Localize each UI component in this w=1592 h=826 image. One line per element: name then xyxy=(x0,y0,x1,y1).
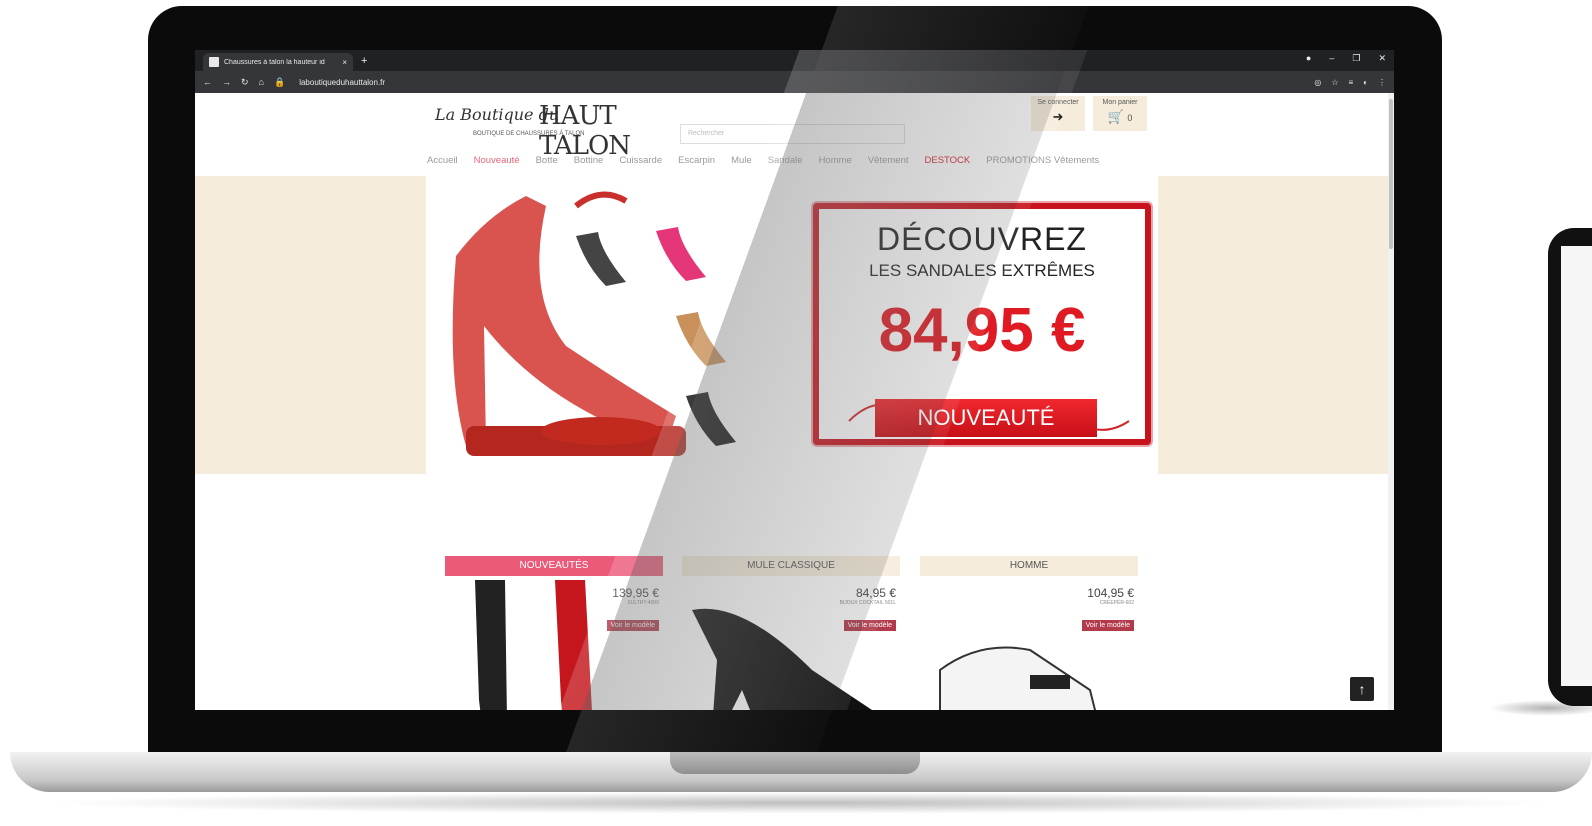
nav-item-accueil[interactable]: Accueil xyxy=(427,155,458,166)
cart-label: Mon panier xyxy=(1102,99,1138,106)
category-nouveautes[interactable]: NOUVEAUTÉS xyxy=(445,556,663,576)
product-card-homme[interactable]: 104,95 € CREEPER-602 Voir le modèle xyxy=(920,580,1138,710)
browser-window: Chaussures à talon la hauteur id × + ● –… xyxy=(195,50,1394,710)
scene: Chaussures à talon la hauteur id × + ● –… xyxy=(0,0,1592,826)
cart-count: 0 xyxy=(1127,113,1133,123)
login-button[interactable]: Se connecter ➜ xyxy=(1031,96,1085,131)
favicon-icon xyxy=(209,57,219,67)
phone-screen xyxy=(1561,246,1592,686)
product-card-mule[interactable]: 84,95 € BIJOUX COCKTAIL 501L Voir le mod… xyxy=(682,580,900,710)
reading-list-icon[interactable]: ≡ xyxy=(1348,78,1353,87)
nav-item-escarpin[interactable]: Escarpin xyxy=(678,155,715,166)
price-ref: CREEPER-602 xyxy=(1099,600,1134,606)
nav-item-cuissarde[interactable]: Cuissarde xyxy=(619,155,662,166)
web-page: La Boutique du HAUT TALON BOUTIQUE DE CH… xyxy=(195,93,1394,710)
page-scrollbar[interactable] xyxy=(1388,93,1394,710)
promo-price: 84,95 € xyxy=(878,296,1086,365)
scroll-thumb[interactable] xyxy=(1389,99,1393,249)
browser-tab[interactable]: Chaussures à talon la hauteur id × xyxy=(203,53,353,71)
price-box: 104,95 € CREEPER-602 xyxy=(1087,586,1134,606)
product-card-nouveautes[interactable]: 139,95 € SULTRY-4000 Voir le modèle xyxy=(445,580,663,710)
price-value: 139,95 € xyxy=(612,586,659,600)
laptop-notch xyxy=(670,752,920,774)
menu-icon[interactable]: ⋮ xyxy=(1378,78,1386,87)
view-model-button[interactable]: Voir le modèle xyxy=(843,620,896,631)
nav-item-homme[interactable]: Homme xyxy=(819,155,852,166)
close-tab-icon[interactable]: × xyxy=(342,58,347,67)
tab-title: Chaussures à talon la hauteur id xyxy=(224,58,325,66)
home-icon[interactable]: ⌂ xyxy=(259,77,264,87)
cart-button[interactable]: Mon panier 🛒 0 xyxy=(1093,96,1147,131)
nav-item-botte[interactable]: Botte xyxy=(536,155,558,166)
cart-icon: 🛒 0 xyxy=(1107,109,1133,124)
category-homme[interactable]: HOMME xyxy=(920,556,1138,576)
profile-icon[interactable]: ● xyxy=(1306,53,1311,64)
search-input[interactable]: Rechercher xyxy=(680,124,905,144)
phone-shadow xyxy=(1488,700,1592,716)
laptop-shadow xyxy=(40,792,1560,814)
hero-banner[interactable]: DÉCOUVREZ LES SANDALES EXTRÊMES 84,95 € … xyxy=(426,176,1158,474)
new-tab-button[interactable]: + xyxy=(361,55,367,67)
nav-item-promotions[interactable]: PROMOTIONS Vêtements xyxy=(986,155,1099,166)
view-model-button[interactable]: Voir le modèle xyxy=(606,620,659,631)
promo-title: DÉCOUVREZ xyxy=(877,221,1087,257)
price-ref: SULTRY-4000 xyxy=(627,600,659,606)
main-nav: Accueil Nouveauté Botte Bottine Cuissard… xyxy=(427,155,1099,166)
promo-subtitle: LES SANDALES EXTRÊMES xyxy=(869,261,1095,280)
close-window-icon[interactable]: ✕ xyxy=(1378,53,1386,64)
window-controls: ● – ❐ ✕ xyxy=(1306,53,1386,64)
nav-item-vetement[interactable]: Vêtement xyxy=(868,155,909,166)
tab-bar: Chaussures à talon la hauteur id × + ● –… xyxy=(195,50,1394,71)
url-field[interactable]: laboutiqueduhauttalon.fr xyxy=(299,78,385,87)
logo-tagline: BOUTIQUE DE CHAUSSURES À TALON xyxy=(473,131,585,137)
view-model-button[interactable]: Voir le modèle xyxy=(1081,620,1134,631)
restore-icon[interactable]: ❐ xyxy=(1352,53,1360,64)
category-mule-classique[interactable]: MULE CLASSIQUE xyxy=(682,556,900,576)
scroll-to-top-button[interactable]: ↑ xyxy=(1350,677,1374,701)
nav-item-sandale[interactable]: Sandale xyxy=(768,155,803,166)
bookmark-star-icon[interactable]: ☆ xyxy=(1331,78,1338,87)
price-box: 139,95 € SULTRY-4000 xyxy=(612,586,659,606)
promo-card: DÉCOUVREZ LES SANDALES EXTRÊMES 84,95 € … xyxy=(813,203,1151,445)
price-ref: BIJOUX COCKTAIL 501L xyxy=(839,600,896,606)
price-box: 84,95 € BIJOUX COCKTAIL 501L xyxy=(840,586,896,606)
reload-icon[interactable]: ↻ xyxy=(241,77,249,88)
toolbar-icons: ◎ ☆ ≡ ◐ ⋮ xyxy=(1314,78,1386,87)
sandal-image xyxy=(452,191,736,456)
address-bar: ← → ↻ ⌂ 🔒 laboutiqueduhauttalon.fr ◎ ☆ ≡… xyxy=(195,71,1394,93)
login-label: Se connecter xyxy=(1037,99,1079,106)
price-value: 84,95 € xyxy=(855,586,896,600)
nav-item-mule[interactable]: Mule xyxy=(731,155,752,166)
nav-item-nouveaute[interactable]: Nouveauté xyxy=(474,155,520,166)
nav-item-bottine[interactable]: Bottine xyxy=(574,155,604,166)
nouveaute-button[interactable]: NOUVEAUTÉ xyxy=(875,399,1097,437)
forward-icon[interactable]: → xyxy=(222,77,231,87)
lock-icon: 🔒 xyxy=(273,76,286,87)
sign-in-icon: ➜ xyxy=(1052,109,1064,124)
minimize-icon[interactable]: – xyxy=(1329,53,1334,64)
site-logo[interactable]: La Boutique du HAUT TALON BOUTIQUE DE CH… xyxy=(435,99,645,161)
back-icon[interactable]: ← xyxy=(203,77,212,87)
nav-item-destock[interactable]: DESTOCK xyxy=(925,155,971,166)
tracking-icon[interactable]: ◎ xyxy=(1314,78,1321,87)
extension-icon[interactable]: ◐ xyxy=(1363,78,1368,87)
price-value: 104,95 € xyxy=(1087,586,1134,600)
